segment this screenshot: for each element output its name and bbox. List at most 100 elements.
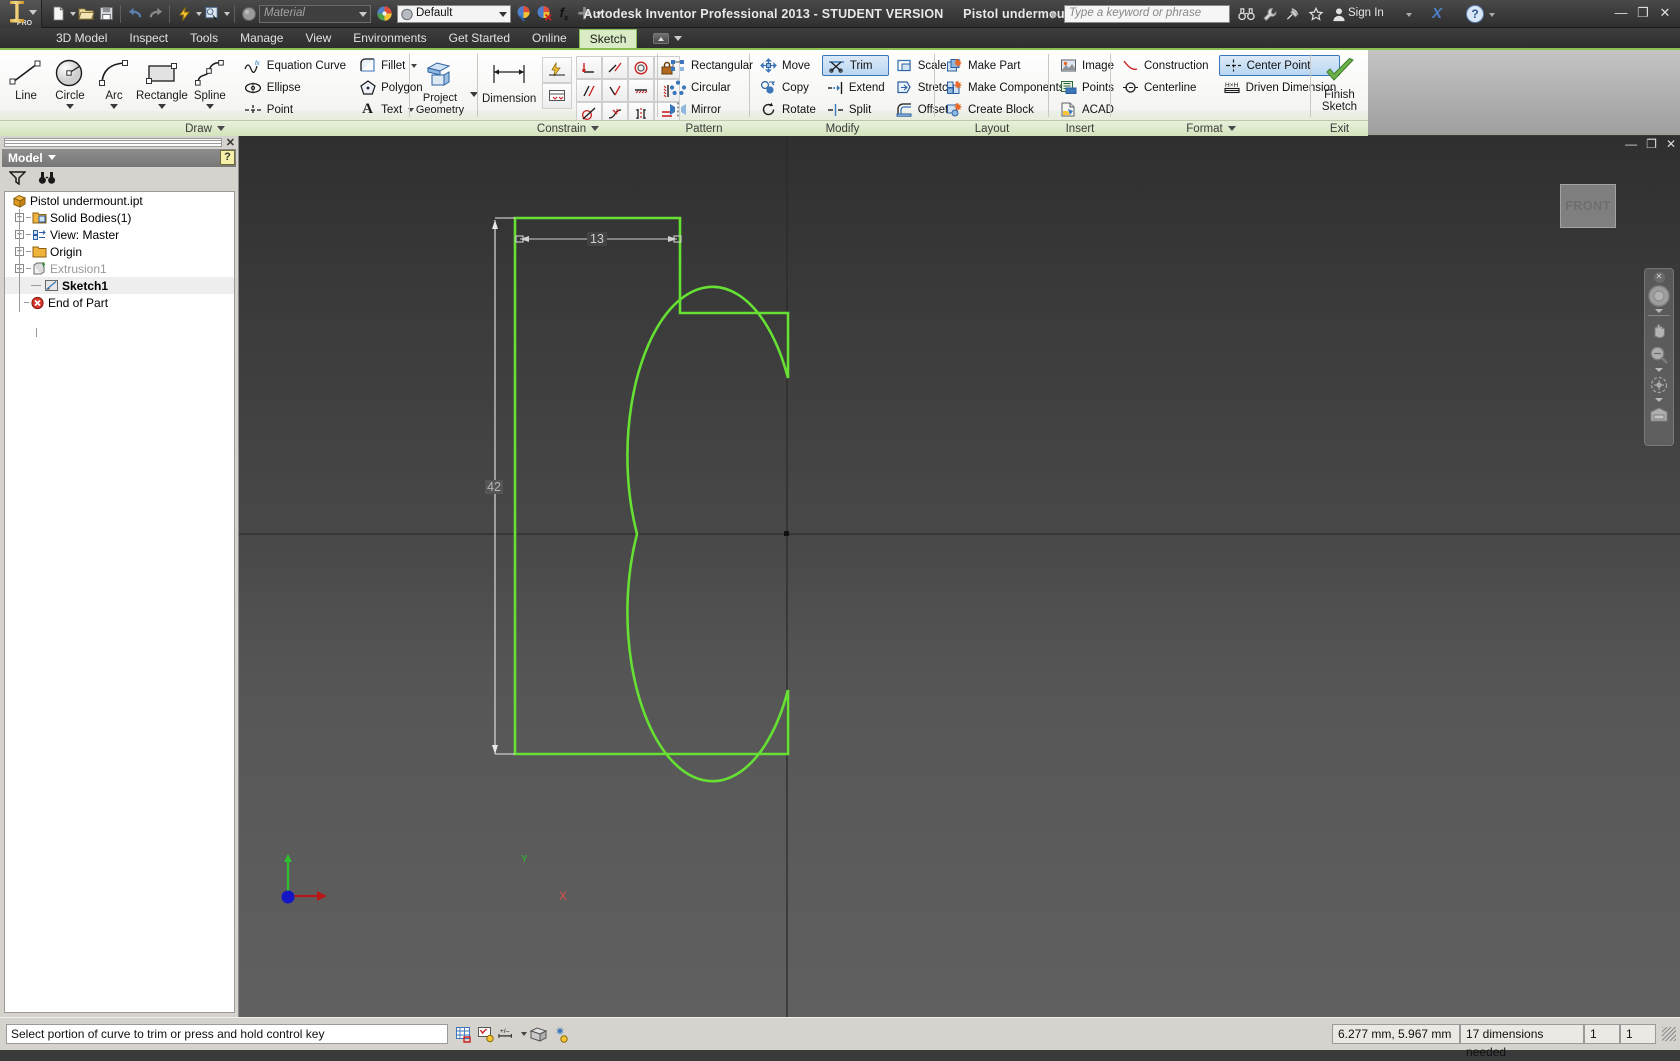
extend-button[interactable]: Extend	[822, 77, 889, 98]
quick-access-dropdown-icon[interactable]	[596, 12, 602, 16]
material-select[interactable]: Material	[259, 5, 371, 23]
vertical-dimension-value[interactable]: 42	[485, 480, 503, 494]
project-geometry-button[interactable]: Project Geometry	[410, 53, 470, 116]
tree-node-end-of-part[interactable]: End of Part	[5, 294, 234, 311]
document-list-arrow-icon[interactable]	[1052, 11, 1057, 19]
sign-in-button[interactable]: Sign In	[1348, 7, 1384, 19]
points-button[interactable]: Points	[1055, 77, 1118, 98]
steering-wheel-icon[interactable]	[1646, 284, 1672, 308]
tab-inspect[interactable]: Inspect	[119, 29, 178, 47]
zoom-icon[interactable]	[1646, 343, 1672, 367]
select-dropdown-icon[interactable]	[224, 12, 230, 16]
tab-get-started[interactable]: Get Started	[439, 29, 520, 47]
application-menu-button[interactable]: PRO	[0, 0, 42, 28]
appearance-color-wheel-icon[interactable]	[374, 4, 394, 24]
minimize-window-button[interactable]: —	[1612, 4, 1630, 22]
horizontal-constraint-button[interactable]	[628, 79, 654, 102]
tab-view[interactable]: View	[295, 29, 341, 47]
graphics-window[interactable]: — ❐ ✕	[239, 136, 1680, 1017]
finish-sketch-button[interactable]: Finish Sketch	[1315, 53, 1365, 113]
panel-drag-grip[interactable]	[4, 138, 222, 147]
arc-button[interactable]: Arc	[92, 53, 136, 109]
browser-header[interactable]: Model	[2, 149, 236, 167]
satellite-icon[interactable]	[1283, 5, 1303, 23]
resize-grip[interactable]	[1662, 1027, 1676, 1041]
trim-button[interactable]: Trim	[822, 55, 889, 76]
centerline-button[interactable]: Centerline	[1117, 77, 1213, 98]
close-browser-button[interactable]: ✕	[226, 136, 235, 149]
dimension-button[interactable]: Dimension	[482, 53, 536, 105]
clear-appearance-button[interactable]	[534, 4, 554, 24]
document-minimize-button[interactable]: —	[1625, 138, 1637, 150]
chevron-down-icon[interactable]	[110, 104, 118, 109]
tab-manage[interactable]: Manage	[230, 29, 293, 47]
exchange-apps-icon[interactable]: X	[1432, 5, 1442, 22]
adjust-appearance-button[interactable]	[514, 4, 534, 24]
favorites-star-icon[interactable]	[1306, 5, 1326, 23]
rectangle-button[interactable]: Rectangle	[136, 53, 188, 109]
tab-tools[interactable]: Tools	[180, 29, 228, 47]
tree-node-extrusion1[interactable]: – Extrusion1	[5, 260, 234, 277]
circle-button[interactable]: Circle	[48, 53, 92, 109]
view-cube[interactable]: FRONT	[1560, 184, 1616, 228]
navigation-bar-close-icon[interactable]: ✕	[1654, 272, 1665, 283]
undo-button[interactable]	[125, 4, 145, 24]
circular-pattern-button[interactable]: Circular	[664, 77, 757, 98]
spline-button[interactable]: Spline	[188, 53, 232, 109]
perpendicular-constraint-button[interactable]	[602, 79, 628, 102]
construction-button[interactable]: Construction	[1117, 55, 1213, 76]
horizontal-dimension-value[interactable]: 13	[587, 232, 607, 246]
binoculars-icon[interactable]	[38, 170, 56, 188]
snap-icon[interactable]	[549, 1024, 571, 1044]
orbit-dropdown-icon[interactable]	[1655, 398, 1663, 402]
parameters-button[interactable]: fx	[554, 4, 574, 24]
chevron-down-icon[interactable]	[470, 92, 478, 97]
add-to-quick-access-button[interactable]	[574, 4, 594, 24]
close-window-button[interactable]: ✕	[1656, 4, 1674, 22]
sign-in-dropdown-icon[interactable]	[1406, 13, 1412, 17]
rectangular-pattern-button[interactable]: Rectangular	[664, 55, 757, 76]
browser-help-icon[interactable]: ?	[220, 150, 235, 165]
orbit-icon[interactable]	[1646, 373, 1672, 397]
tree-node-sketch1[interactable]: Sketch1	[5, 277, 234, 294]
tab-environments[interactable]: Environments	[343, 29, 436, 47]
acad-button[interactable]: ACAD	[1055, 99, 1118, 120]
parallel-constraint-button[interactable]	[576, 79, 602, 102]
dimension-display-icon[interactable]: +/–	[497, 1024, 527, 1044]
filter-icon[interactable]	[9, 170, 26, 188]
rotate-button[interactable]: Rotate	[755, 99, 820, 120]
sketch-grid-icon[interactable]	[453, 1024, 475, 1044]
tab-online[interactable]: Online	[522, 29, 577, 47]
update-button[interactable]	[174, 4, 194, 24]
point-button[interactable]: Point	[240, 99, 350, 120]
pan-icon[interactable]	[1646, 318, 1672, 342]
look-at-icon[interactable]	[1646, 403, 1672, 427]
search-binoculars-icon[interactable]	[1236, 5, 1256, 23]
auto-dimension-button[interactable]	[542, 57, 572, 83]
zoom-dropdown-icon[interactable]	[1655, 368, 1663, 372]
move-button[interactable]: Move	[755, 55, 820, 76]
document-close-button[interactable]: ✕	[1666, 138, 1676, 150]
panel-title-constrain[interactable]: Constrain	[478, 120, 658, 137]
material-sphere-icon[interactable]	[239, 4, 259, 24]
ribbon-options-dropdown-icon[interactable]	[674, 36, 682, 41]
save-button[interactable]	[96, 4, 116, 24]
copy-button[interactable]: Copy	[755, 77, 820, 98]
sketch-canvas[interactable]	[239, 136, 1680, 1017]
appearance-select[interactable]: Default	[397, 5, 511, 23]
tab-sketch[interactable]: Sketch	[579, 29, 638, 48]
panel-title-format[interactable]: Format	[1111, 120, 1311, 137]
concentric-constraint-button[interactable]	[628, 56, 654, 79]
minimize-ribbon-button[interactable]	[653, 33, 669, 44]
new-file-button[interactable]	[48, 4, 68, 24]
wrench-icon[interactable]	[1260, 5, 1280, 23]
slice-graphics-icon[interactable]	[527, 1024, 549, 1044]
ellipse-button[interactable]: Ellipse	[240, 77, 350, 98]
chevron-down-icon[interactable]	[66, 104, 74, 109]
collinear-constraint-button[interactable]	[602, 56, 628, 79]
document-restore-button[interactable]: ❐	[1646, 138, 1657, 150]
split-button[interactable]: Split	[822, 99, 889, 120]
chevron-down-icon[interactable]	[206, 104, 214, 109]
coincident-constraint-button[interactable]	[576, 56, 602, 79]
equation-curve-button[interactable]: fx Equation Curve	[240, 55, 350, 76]
